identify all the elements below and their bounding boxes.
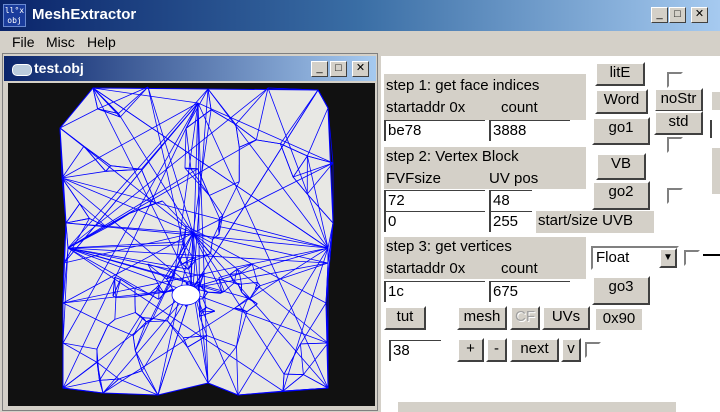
child-minimize-button[interactable]: _: [311, 61, 328, 77]
edge-input-partial[interactable]: [710, 120, 720, 138]
go2-button[interactable]: go2: [592, 181, 650, 210]
step1-count-label: count: [501, 99, 538, 116]
fvf-size-input[interactable]: 72: [384, 190, 485, 211]
arrow-left-icon: [703, 254, 720, 256]
app-icon-text-top: ll°x: [4, 6, 25, 15]
close-icon: ✕: [694, 8, 705, 20]
v-checkbox[interactable]: [585, 342, 601, 358]
uv-pos-input[interactable]: 48: [489, 190, 532, 211]
nostr-button[interactable]: noStr: [654, 88, 703, 112]
v-button[interactable]: v: [561, 338, 581, 362]
uvb-size-input[interactable]: 255: [489, 211, 532, 232]
window-title: MeshExtractor: [32, 6, 137, 23]
maximize-button[interactable]: □: [669, 7, 686, 23]
minimize-icon: _: [656, 8, 663, 20]
hex-readout: 0x90: [596, 309, 642, 330]
edge-button-partial[interactable]: [710, 92, 720, 110]
go3-button[interactable]: go3: [592, 276, 650, 305]
document-icon: [12, 64, 32, 76]
step3-title: step 3: get vertices: [386, 238, 512, 255]
word-button[interactable]: Word: [595, 89, 648, 114]
minimize-icon: _: [316, 62, 323, 74]
minus-button[interactable]: -: [486, 338, 507, 362]
mesh-button[interactable]: mesh: [457, 306, 507, 330]
step1-count-input[interactable]: 3888: [489, 120, 570, 141]
stepper-input[interactable]: 38: [389, 340, 441, 361]
step1-addr-input[interactable]: be78: [384, 120, 485, 141]
child-maximize-button[interactable]: □: [330, 61, 347, 77]
step2-fvf-label: FVFsize: [386, 170, 442, 187]
close-icon: ✕: [355, 62, 366, 74]
edge-panel-partial: [710, 148, 720, 194]
go1-button[interactable]: go1: [592, 117, 650, 145]
step1-checkbox-b[interactable]: [667, 137, 683, 153]
format-select-value: Float: [596, 249, 630, 266]
mesh-viewport[interactable]: [8, 83, 375, 406]
step3-addr-label: startaddr 0x: [386, 260, 466, 277]
minimize-button[interactable]: _: [651, 7, 668, 23]
step2-checkbox[interactable]: [667, 188, 683, 204]
menu-help[interactable]: Help: [87, 34, 116, 50]
lite-button[interactable]: litE: [595, 62, 645, 86]
next-button[interactable]: next: [510, 338, 559, 362]
step3-count-input[interactable]: 675: [489, 281, 570, 302]
uvb-start-input[interactable]: 0: [384, 211, 485, 232]
child-close-button[interactable]: ✕: [352, 61, 369, 77]
step3-checkbox[interactable]: [684, 250, 700, 266]
app-icon: ll°x obj: [3, 4, 26, 27]
uvb-label: start/size UVB: [536, 211, 654, 233]
vb-button[interactable]: VB: [596, 153, 646, 180]
cf-button[interactable]: CF: [510, 306, 540, 330]
app-icon-text-bottom: obj: [7, 16, 22, 25]
chevron-down-icon[interactable]: ▼: [659, 248, 677, 268]
maximize-icon: □: [674, 8, 681, 20]
menu-misc[interactable]: Misc: [46, 34, 75, 50]
status-line-partial: [398, 402, 676, 412]
step1-addr-label: startaddr 0x: [386, 99, 466, 116]
std-button[interactable]: std: [654, 111, 703, 135]
child-title: test.obj: [34, 60, 84, 76]
plus-button[interactable]: +: [457, 338, 484, 362]
maximize-icon: □: [335, 62, 342, 74]
step3-addr-input[interactable]: 1c: [384, 281, 485, 302]
close-button[interactable]: ✕: [691, 7, 708, 23]
step1-title: step 1: get face indices: [386, 77, 540, 94]
format-select[interactable]: Float ▼: [591, 246, 679, 270]
step1-checkbox-a[interactable]: [667, 72, 683, 88]
step2-title: step 2: Vertex Block: [386, 148, 519, 165]
step3-count-label: count: [501, 260, 538, 277]
menu-file[interactable]: File: [12, 34, 35, 50]
tut-button[interactable]: tut: [384, 306, 426, 330]
step2-uv-label: UV pos: [489, 170, 539, 187]
uvs-button[interactable]: UVs: [542, 306, 590, 330]
